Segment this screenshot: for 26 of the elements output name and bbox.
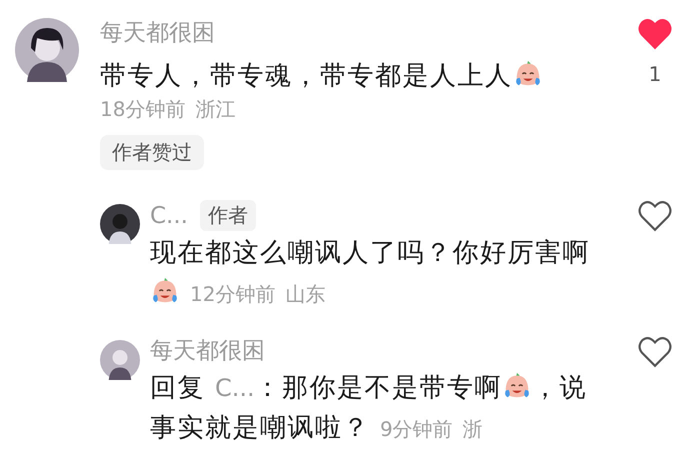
comment-time: 18分钟前 — [100, 96, 186, 123]
avatar[interactable] — [100, 340, 140, 380]
comment-time: 12分钟前 — [190, 282, 276, 306]
username[interactable]: C... — [150, 200, 188, 230]
author-badge: 作者 — [200, 200, 256, 231]
avatar[interactable] — [100, 204, 140, 244]
heart-icon[interactable] — [638, 18, 672, 50]
author-liked-badge: 作者赞过 — [100, 135, 204, 170]
comment-location: 浙 — [462, 417, 483, 441]
comment-location: 浙江 — [195, 96, 236, 123]
mention-link[interactable]: C... — [215, 374, 255, 402]
username[interactable]: 每天都很困 — [100, 18, 215, 48]
heart-icon[interactable] — [638, 336, 672, 368]
username[interactable]: 每天都很困 — [150, 336, 265, 366]
comment-text: ，说 — [532, 373, 588, 403]
comment-text: 回复 — [150, 373, 205, 403]
comment-location: 山东 — [285, 282, 326, 306]
comment-text: 事实就是嘲讽啦？ — [150, 413, 370, 443]
comment-text: ：那你是不是带专啊 — [254, 373, 502, 403]
comment-text: 现在都这么嘲讽人了吗？你好厉害啊 — [150, 238, 590, 268]
like-count: 1 — [648, 62, 662, 86]
crying-laughing-emoji-icon — [150, 275, 180, 305]
comment-time: 9分钟前 — [380, 417, 453, 441]
avatar[interactable] — [15, 18, 79, 82]
comment-text: 带专人，带专魂，带专都是人上人 — [100, 61, 512, 91]
heart-icon[interactable] — [638, 200, 672, 232]
